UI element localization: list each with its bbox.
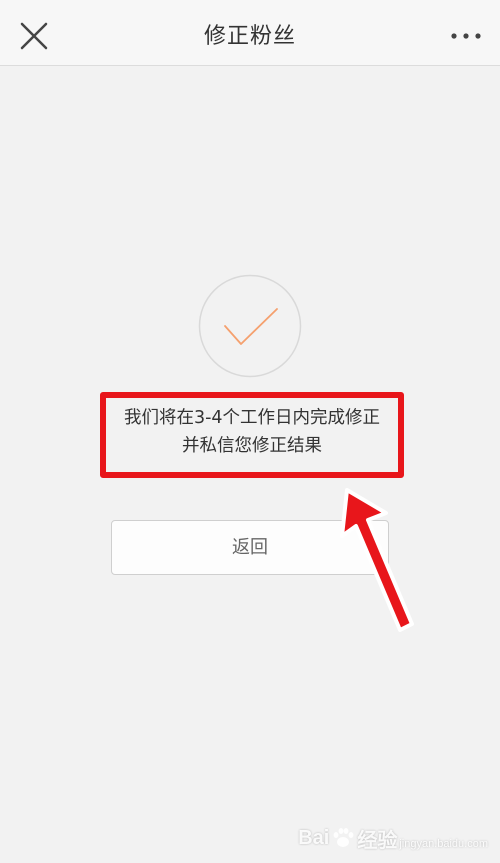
paw-icon xyxy=(333,828,354,847)
annotation-highlight-box xyxy=(100,392,404,478)
page-title: 修正粉丝 xyxy=(203,24,296,49)
watermark-sub: jingyan.baidu.com xyxy=(399,838,488,850)
success-indicator xyxy=(198,274,302,378)
watermark: Bai 经验 jingyan.baidu.com xyxy=(298,823,488,853)
top-nav-bar: 修正粉丝 xyxy=(0,0,500,66)
annotation-arrow-icon xyxy=(340,488,414,632)
watermark-text-left: Bai xyxy=(298,826,330,849)
checkmark-icon xyxy=(198,274,302,378)
more-icon xyxy=(451,33,481,39)
watermark-text-right: 经验 xyxy=(357,829,398,852)
more-button[interactable] xyxy=(446,22,486,50)
